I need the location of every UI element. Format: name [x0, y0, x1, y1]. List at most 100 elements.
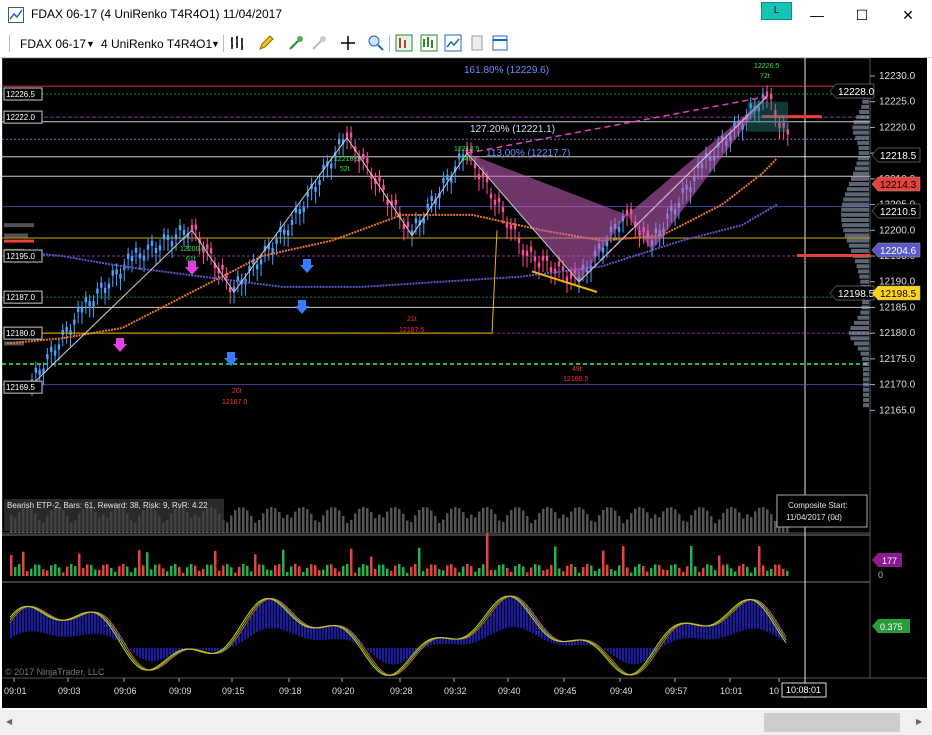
pointer-mode-icon[interactable] [339, 34, 357, 52]
oscillator-bar [607, 648, 609, 652]
scroll-right-icon[interactable]: ▶ [916, 717, 922, 726]
volume-bar [486, 533, 489, 576]
volume-histogram-bar [462, 512, 465, 533]
renko-body [283, 229, 286, 235]
volume-profile-bar [841, 218, 869, 223]
renko-body [565, 276, 569, 282]
volume-bar [158, 564, 161, 576]
volume-bar [274, 565, 277, 576]
volume-histogram-bar [478, 511, 481, 533]
volume-bar [66, 566, 69, 576]
price-axis-label: 12165.0 [879, 405, 916, 416]
time-axis-label: 09:49 [610, 686, 633, 696]
data-series-icon[interactable] [395, 34, 413, 52]
volume-histogram-bar [554, 512, 557, 533]
minimize-button[interactable]: — [794, 0, 840, 30]
price-tag-label: 12214.3 [880, 180, 917, 191]
oscillator-bar [205, 648, 207, 651]
oscillator-bar [88, 612, 90, 634]
oscillator-bar [634, 648, 636, 665]
bar-type-dropdown-icon[interactable]: ▼ [211, 39, 220, 49]
volume-bar [126, 566, 129, 576]
oscillator-bar [487, 618, 489, 637]
bar-type-selector[interactable]: 4 UniRenko T4R4O1 [101, 37, 212, 51]
volume-histogram-bar [518, 507, 521, 533]
volume-bar [610, 569, 613, 576]
oscillator-bar [367, 648, 369, 651]
volume-profile-bar [841, 207, 869, 212]
volume-bar [454, 567, 457, 576]
volume-bar [566, 565, 569, 576]
instrument-selector[interactable]: FDAX 06-17 [20, 37, 86, 51]
properties-icon[interactable] [491, 34, 509, 52]
poc-marker-left [4, 239, 34, 243]
renko-body [442, 177, 445, 183]
volume-histogram-bar [262, 513, 265, 533]
volume-bar [670, 565, 673, 576]
swing-low-3-bars: 49t [572, 366, 582, 373]
volume-bar [602, 550, 605, 576]
volume-bar [238, 566, 241, 576]
maximize-button[interactable]: ☐ [839, 0, 885, 30]
oscillator-bar [94, 611, 96, 634]
volume-bar [102, 565, 105, 576]
bar-style-icon[interactable] [229, 34, 247, 52]
volume-bar [730, 568, 733, 576]
renko-body [545, 255, 549, 261]
strategies-icon[interactable] [444, 34, 462, 52]
price-chart[interactable]: 161.80% (12229.6) 127.20% (12221.1) 113.… [1, 57, 927, 708]
zoom-icon[interactable] [367, 34, 385, 52]
oscillator-bar [478, 629, 480, 641]
volume-bar [22, 551, 25, 576]
volume-bar [230, 567, 233, 576]
renko-body [314, 186, 317, 192]
volume-bar [502, 564, 505, 576]
oscillator-bar [199, 648, 201, 650]
close-button[interactable]: ✕ [885, 0, 931, 30]
volume-bar [510, 571, 513, 576]
instrument-dropdown-icon[interactable]: ▼ [86, 39, 95, 49]
renko-body [302, 206, 305, 212]
oscillator-bar [373, 648, 375, 656]
volume-profile-bar [842, 202, 869, 207]
oscillator-bar [481, 626, 483, 640]
oscillator-bar [439, 637, 441, 644]
swing-low-1-price: 12187.0 [222, 399, 247, 406]
renko-body [209, 248, 213, 254]
oscillator-bar [334, 625, 336, 640]
volume-histogram-bar [538, 513, 541, 533]
volume-bar [682, 571, 685, 576]
volume-histogram-bar [758, 507, 761, 533]
volume-bar [650, 568, 653, 576]
volume-histogram-bar [574, 507, 577, 533]
volume-histogram-bar [726, 508, 729, 533]
volume-bar [234, 572, 237, 576]
volume-histogram-bar [242, 507, 245, 533]
scroll-thumb[interactable] [764, 713, 900, 732]
volume-bar [598, 568, 601, 576]
volume-histogram-bar [254, 522, 257, 533]
volume-bar [270, 570, 273, 576]
crosshair-tool-icon[interactable] [287, 34, 305, 52]
oscillator-bar [76, 617, 78, 636]
renko-body [497, 197, 501, 203]
volume-profile-bar [858, 146, 869, 151]
oscillator-bar [505, 598, 507, 629]
volume-histogram-bar [294, 511, 297, 533]
volume-bar [38, 564, 41, 576]
chart-panel[interactable]: 161.80% (12229.6) 127.20% (12221.1) 113.… [1, 57, 927, 708]
horizontal-scrollbar[interactable]: ◀ ▶ [0, 710, 932, 735]
volume-bar [646, 571, 649, 576]
scroll-left-icon[interactable]: ◀ [6, 717, 12, 726]
templates-icon[interactable] [468, 34, 486, 52]
volume-histogram-bar [766, 509, 769, 533]
volume-bar [754, 567, 757, 576]
volume-bar [758, 546, 761, 576]
indicators-icon[interactable] [420, 34, 438, 52]
volume-bar [538, 565, 541, 576]
drawing-tool-icon[interactable] [257, 34, 275, 52]
volume-histogram-bar [454, 507, 457, 533]
oscillator-bar [673, 630, 675, 641]
link-button[interactable]: L [761, 2, 792, 20]
volume-profile-bar [862, 300, 869, 305]
